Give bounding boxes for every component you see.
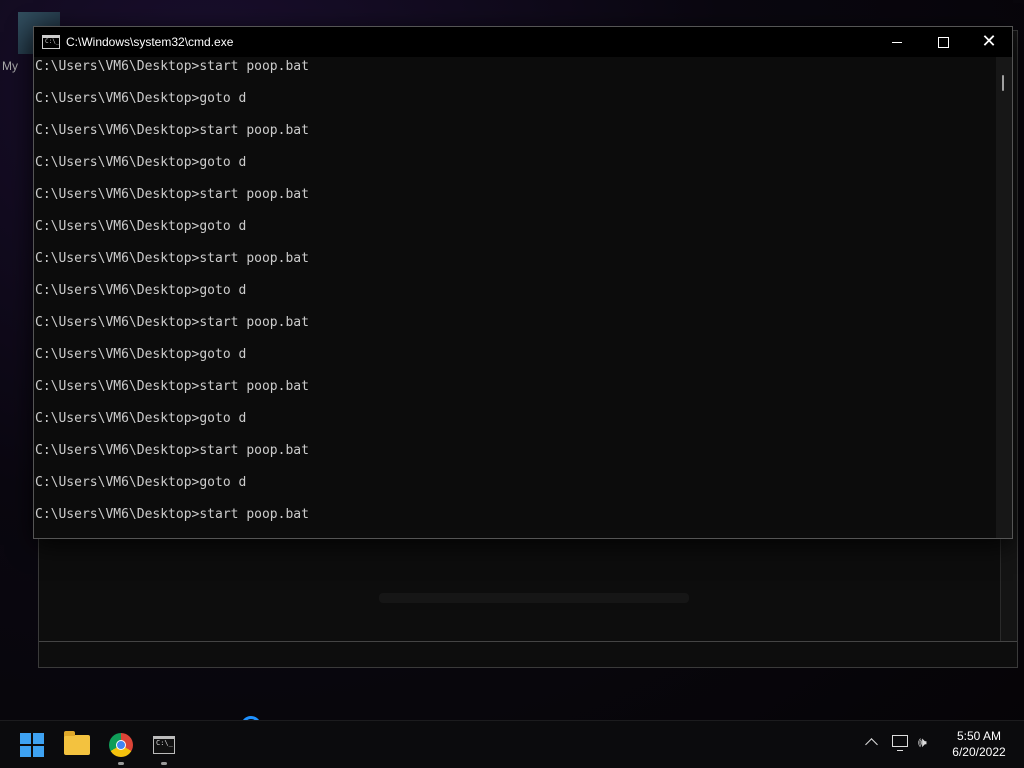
- taskbar-file-explorer[interactable]: [57, 721, 97, 768]
- console-line: C:\Users\VM6\Desktop>goto d: [35, 155, 247, 170]
- background-window-divider: [39, 641, 1017, 642]
- console-line: C:\Users\VM6\Desktop>start poop.bat: [35, 315, 309, 330]
- cmd-titlebar[interactable]: C:\_ C:\Windows\system32\cmd.exe ✕: [34, 27, 1012, 57]
- console-output[interactable]: C:\Users\VM6\Desktop>start poop.bat C:\Us…: [34, 57, 996, 538]
- start-button[interactable]: [12, 721, 52, 768]
- console-line: C:\Users\VM6\Desktop>goto d: [35, 91, 247, 106]
- speaker-icon[interactable]: 🕪: [918, 735, 927, 751]
- running-indicator: [118, 762, 124, 765]
- console-line: C:\Users\VM6\Desktop>start poop.bat: [35, 251, 309, 266]
- taskbar-chrome[interactable]: [101, 721, 141, 768]
- console-line: C:\Users\VM6\Desktop>start poop.bat: [35, 187, 309, 202]
- minimize-button[interactable]: [874, 27, 920, 57]
- taskbar-command-prompt[interactable]: C:\_: [144, 721, 184, 768]
- console-line: C:\Users\VM6\Desktop>start poop.bat: [35, 507, 309, 522]
- scrollbar-thumb[interactable]: [1002, 75, 1004, 91]
- background-window-shadow: [379, 593, 689, 603]
- console-line: C:\Users\VM6\Desktop>start poop.bat: [35, 59, 309, 74]
- taskbar-clock[interactable]: 5:50 AM 6/20/2022: [940, 728, 1018, 760]
- cmd-window-title: C:\Windows\system32\cmd.exe: [66, 35, 234, 49]
- console-line: C:\Users\VM6\Desktop>goto d: [35, 283, 247, 298]
- clock-time: 5:50 AM: [956, 729, 1002, 743]
- cmd-app-icon-glyph: C:\_: [45, 38, 60, 45]
- close-icon: ✕: [981, 31, 997, 52]
- chrome-icon: [109, 733, 133, 757]
- network-icon[interactable]: [892, 735, 908, 751]
- console-line: C:\Users\VM6\Desktop>start poop.bat: [35, 443, 309, 458]
- close-button[interactable]: ✕: [966, 27, 1012, 57]
- cmd-window[interactable]: C:\_ C:\Windows\system32\cmd.exe ✕ C:\Us…: [33, 26, 1013, 539]
- console-scrollbar[interactable]: [996, 57, 1012, 538]
- cmd-icon: C:\_: [153, 736, 175, 754]
- folder-icon: [64, 731, 90, 755]
- cmd-icon-glyph: C:\_: [156, 739, 173, 747]
- console-line: C:\Users\VM6\Desktop>goto d: [35, 475, 247, 490]
- running-indicator: [161, 762, 167, 765]
- console-line: C:\Users\VM6\Desktop>goto d: [35, 347, 247, 362]
- console-line: C:\Users\VM6\Desktop>start poop.bat: [35, 379, 309, 394]
- clock-date: 6/20/2022: [952, 745, 1006, 759]
- console-line: C:\Users\VM6\Desktop>start poop.bat: [35, 123, 309, 138]
- console-line: C:\Users\VM6\Desktop>goto d: [35, 219, 247, 234]
- console-line: C:\Users\VM6\Desktop>goto d: [35, 411, 247, 426]
- maximize-button[interactable]: [920, 27, 966, 57]
- windows-logo-icon: [20, 733, 44, 757]
- minimize-icon: [892, 41, 902, 43]
- maximize-icon: [937, 36, 949, 48]
- cmd-app-icon: C:\_: [42, 35, 60, 49]
- desktop-icon-label: My: [2, 59, 18, 73]
